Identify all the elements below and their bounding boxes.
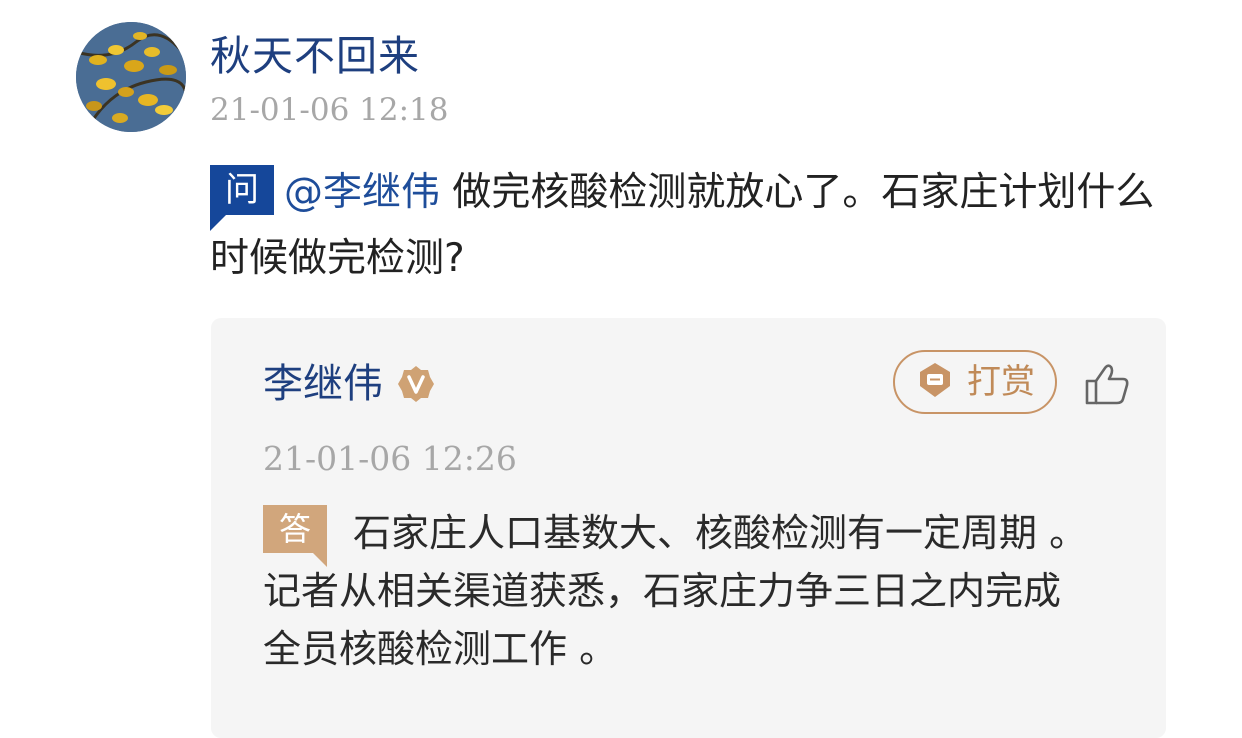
answer-card: 李继伟 打赏 21-01-06 12:26 答石家庄人口基数大、核酸检测有一定周… xyxy=(211,318,1166,738)
question-timestamp: 21-01-06 12:18 xyxy=(210,92,449,128)
question-text-block: 问 @李继伟 做完核酸检测就放心了。石家庄计划什么时候做完检测? xyxy=(210,160,1170,292)
tip-button-label: 打赏 xyxy=(967,362,1035,402)
question-badge: 问 xyxy=(210,165,274,231)
thumbs-up-icon xyxy=(1085,364,1129,405)
tip-gem-icon xyxy=(915,360,955,404)
mention-link[interactable]: @李继伟 xyxy=(284,170,440,215)
answer-badge: 答 xyxy=(263,505,327,567)
answerer-row: 李继伟 xyxy=(263,356,435,412)
question-username[interactable]: 秋天不回来 xyxy=(210,28,420,84)
avatar-autumn-leaves-image xyxy=(76,22,186,132)
user-avatar[interactable] xyxy=(76,22,186,132)
answer-timestamp: 21-01-06 12:26 xyxy=(263,439,517,478)
answerer-name[interactable]: 李继伟 xyxy=(263,356,383,412)
like-button[interactable] xyxy=(1083,362,1131,406)
answer-body: 石家庄人口基数大、核酸检测有一定周期 。记者从相关渠道获悉，石家庄力争三日之内完… xyxy=(263,511,1088,671)
answer-text-block: 答石家庄人口基数大、核酸检测有一定周期 。记者从相关渠道获悉，石家庄力争三日之内… xyxy=(263,504,1093,678)
tip-button[interactable]: 打赏 xyxy=(893,350,1057,414)
verified-badge-icon xyxy=(397,365,435,403)
